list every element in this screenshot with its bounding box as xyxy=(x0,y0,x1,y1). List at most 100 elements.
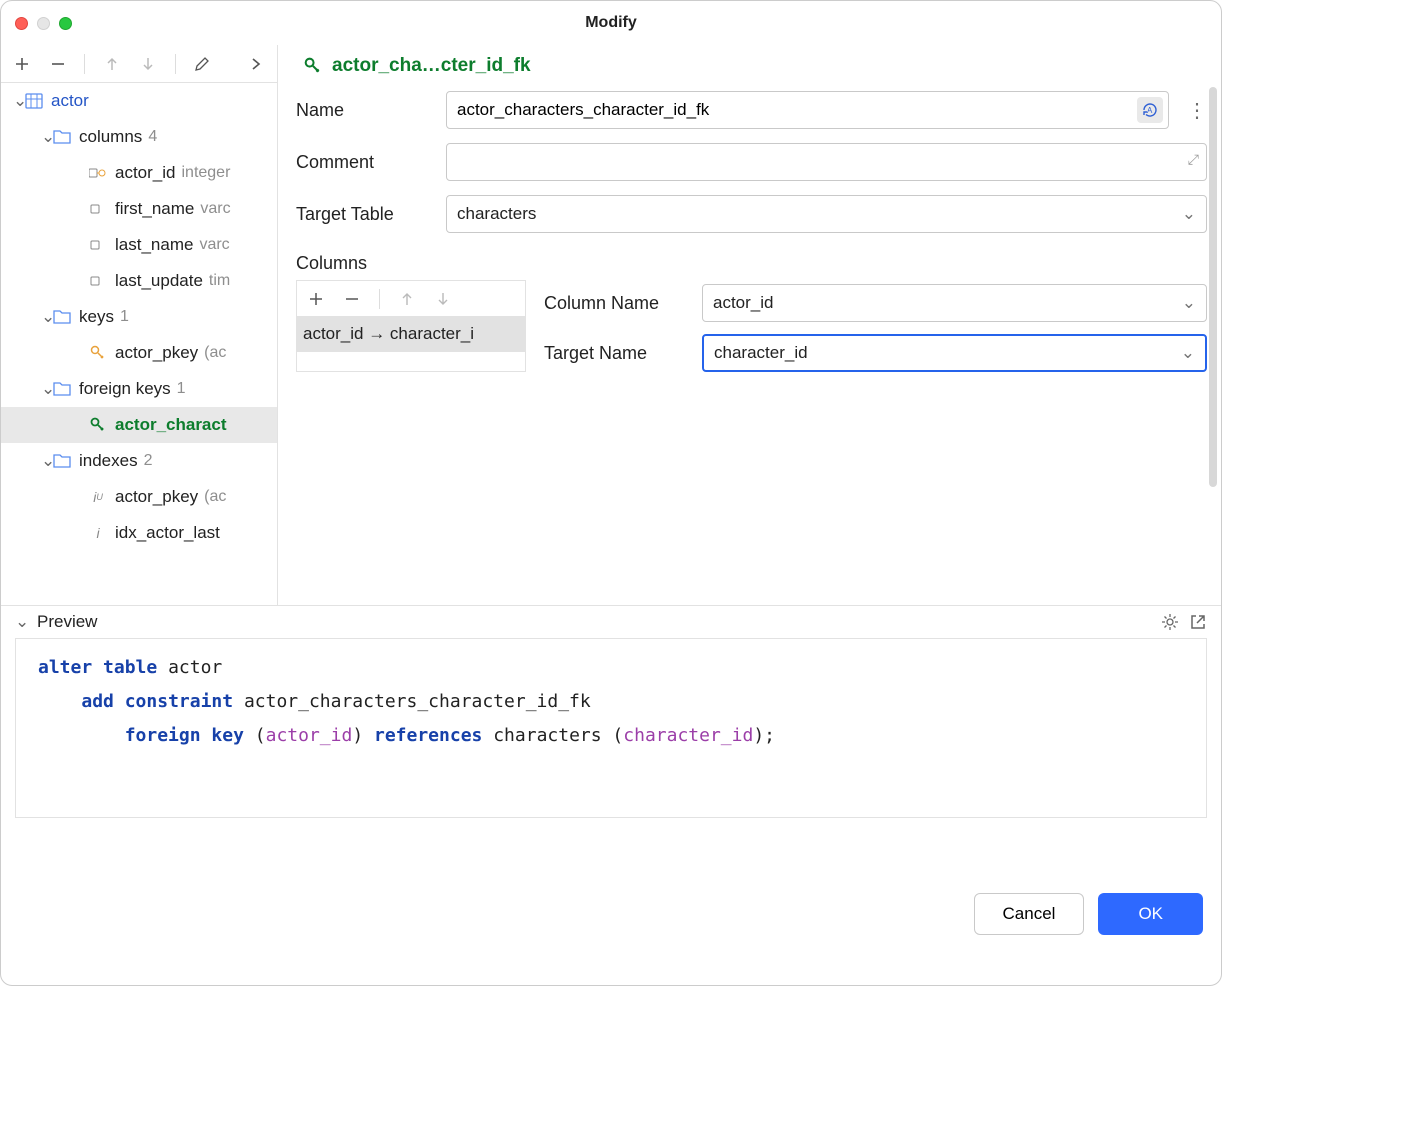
fk-label: foreign keys xyxy=(79,379,171,399)
chevron-down-icon: ⌄ xyxy=(41,127,53,147)
columns-section: Columns actor_id → character_i Column Na… xyxy=(296,253,1207,372)
chevron-down-icon: ⌄ xyxy=(13,91,25,111)
row-target-table: Target Table characters ⌄ xyxy=(296,195,1207,233)
reset-name-icon[interactable]: A xyxy=(1137,97,1163,123)
column-name-label: Column Name xyxy=(544,293,702,314)
index-icon: iU xyxy=(89,488,107,506)
folder-icon xyxy=(53,308,71,326)
titlebar: Modify xyxy=(1,1,1221,45)
column-row[interactable]: actor_idinteger xyxy=(1,155,277,191)
folder-icon xyxy=(53,128,71,146)
separator xyxy=(175,54,176,74)
window-title: Modify xyxy=(585,14,637,32)
fk-key-icon xyxy=(89,416,107,434)
table-name: actor xyxy=(51,91,89,111)
target-table-label: Target Table xyxy=(296,204,446,225)
column-icon xyxy=(89,200,107,218)
footer: Cancel OK xyxy=(1,893,1221,953)
columns-list-toolbar xyxy=(297,280,525,316)
column-row[interactable]: first_namevarc xyxy=(1,191,277,227)
remove-icon[interactable] xyxy=(49,55,67,73)
expand-icon[interactable]: ⤢ xyxy=(1188,151,1199,168)
chevron-down-icon: ⌄ xyxy=(41,379,53,399)
preview-section: ⌄ Preview alter table actor add constrai… xyxy=(1,605,1221,893)
window-controls xyxy=(15,17,72,30)
remove-icon[interactable] xyxy=(343,290,361,308)
sidebar-toolbar xyxy=(1,45,277,83)
table-icon xyxy=(25,92,43,110)
indexes-label: indexes xyxy=(79,451,138,471)
key-row[interactable]: actor_pkey(ac xyxy=(1,335,277,371)
sql-preview[interactable]: alter table actor add constraint actor_c… xyxy=(15,638,1207,818)
fk-header: actor_cha…cter_id_fk xyxy=(304,55,1207,77)
add-icon[interactable] xyxy=(307,290,325,308)
column-mapping-row[interactable]: actor_id → character_i xyxy=(297,316,525,352)
index-row[interactable]: iidx_actor_last xyxy=(1,515,277,551)
gear-icon[interactable] xyxy=(1161,613,1179,631)
pk-column-icon xyxy=(89,164,107,182)
main-panel: actor_cha…cter_id_fk Name A ⋮ Comment ⤢ … xyxy=(278,45,1221,605)
down-icon[interactable] xyxy=(139,55,157,73)
preview-header[interactable]: ⌄ Preview xyxy=(1,606,1221,638)
preview-label: Preview xyxy=(37,612,97,632)
target-table-select[interactable]: characters ⌄ xyxy=(446,195,1207,233)
keys-label: keys xyxy=(79,307,114,327)
tree-keys-folder[interactable]: ⌄ keys 1 xyxy=(1,299,277,335)
column-name-select[interactable]: actor_id ⌄ xyxy=(702,284,1207,322)
down-icon[interactable] xyxy=(434,290,452,308)
comment-input[interactable] xyxy=(446,143,1207,181)
zoom-window-icon[interactable] xyxy=(59,17,72,30)
name-label: Name xyxy=(296,100,446,121)
scrollbar[interactable] xyxy=(1209,87,1217,487)
edit-icon[interactable] xyxy=(194,55,212,73)
close-window-icon[interactable] xyxy=(15,17,28,30)
row-comment: Comment ⤢ xyxy=(296,143,1207,181)
tree-table-row[interactable]: ⌄ actor xyxy=(1,83,277,119)
column-row[interactable]: last_updatetim xyxy=(1,263,277,299)
add-icon[interactable] xyxy=(13,55,31,73)
column-row[interactable]: last_namevarc xyxy=(1,227,277,263)
folder-icon xyxy=(53,452,71,470)
column-icon xyxy=(89,272,107,290)
more-icon[interactable]: ⋮ xyxy=(1187,98,1207,123)
column-props: Column Name actor_id ⌄ Target Name chara… xyxy=(544,280,1207,372)
tree: ⌄ actor ⌄ columns 4 actor_idinteger firs… xyxy=(1,83,277,551)
tree-indexes-folder[interactable]: ⌄ indexes 2 xyxy=(1,443,277,479)
content: ⌄ actor ⌄ columns 4 actor_idinteger firs… xyxy=(1,45,1221,605)
forward-icon[interactable] xyxy=(247,55,265,73)
column-name-value: actor_id xyxy=(713,293,773,313)
fk-key-icon xyxy=(304,57,322,75)
up-icon[interactable] xyxy=(103,55,121,73)
columns-list: actor_id → character_i xyxy=(296,280,526,372)
svg-text:A: A xyxy=(1147,106,1153,115)
name-input[interactable] xyxy=(446,91,1169,129)
chevron-down-icon: ⌄ xyxy=(41,307,53,327)
sidebar: ⌄ actor ⌄ columns 4 actor_idinteger firs… xyxy=(1,45,278,605)
chevron-down-icon: ⌄ xyxy=(1182,293,1196,313)
comment-label: Comment xyxy=(296,152,446,173)
target-name-value: character_id xyxy=(714,343,808,363)
chevron-down-icon: ⌄ xyxy=(1181,343,1195,363)
separator xyxy=(84,54,85,74)
target-name-select[interactable]: character_id ⌄ xyxy=(702,334,1207,372)
columns-label: columns xyxy=(79,127,142,147)
cancel-button[interactable]: Cancel xyxy=(974,893,1085,935)
chevron-down-icon: ⌄ xyxy=(41,451,53,471)
tree-columns-folder[interactable]: ⌄ columns 4 xyxy=(1,119,277,155)
index-row[interactable]: iUactor_pkey(ac xyxy=(1,479,277,515)
ok-button[interactable]: OK xyxy=(1098,893,1203,935)
fk-header-label: actor_cha…cter_id_fk xyxy=(332,55,531,77)
column-icon xyxy=(89,236,107,254)
row-name: Name A ⋮ xyxy=(296,91,1207,129)
fk-count: 1 xyxy=(177,380,186,398)
minimize-window-icon[interactable] xyxy=(37,17,50,30)
fk-row[interactable]: actor_charact xyxy=(1,407,277,443)
tree-fk-folder[interactable]: ⌄ foreign keys 1 xyxy=(1,371,277,407)
columns-count: 4 xyxy=(148,128,157,146)
folder-icon xyxy=(53,380,71,398)
up-icon[interactable] xyxy=(398,290,416,308)
key-icon xyxy=(89,344,107,362)
indexes-count: 2 xyxy=(144,452,153,470)
chevron-down-icon: ⌄ xyxy=(15,612,27,632)
popout-icon[interactable] xyxy=(1189,613,1207,631)
